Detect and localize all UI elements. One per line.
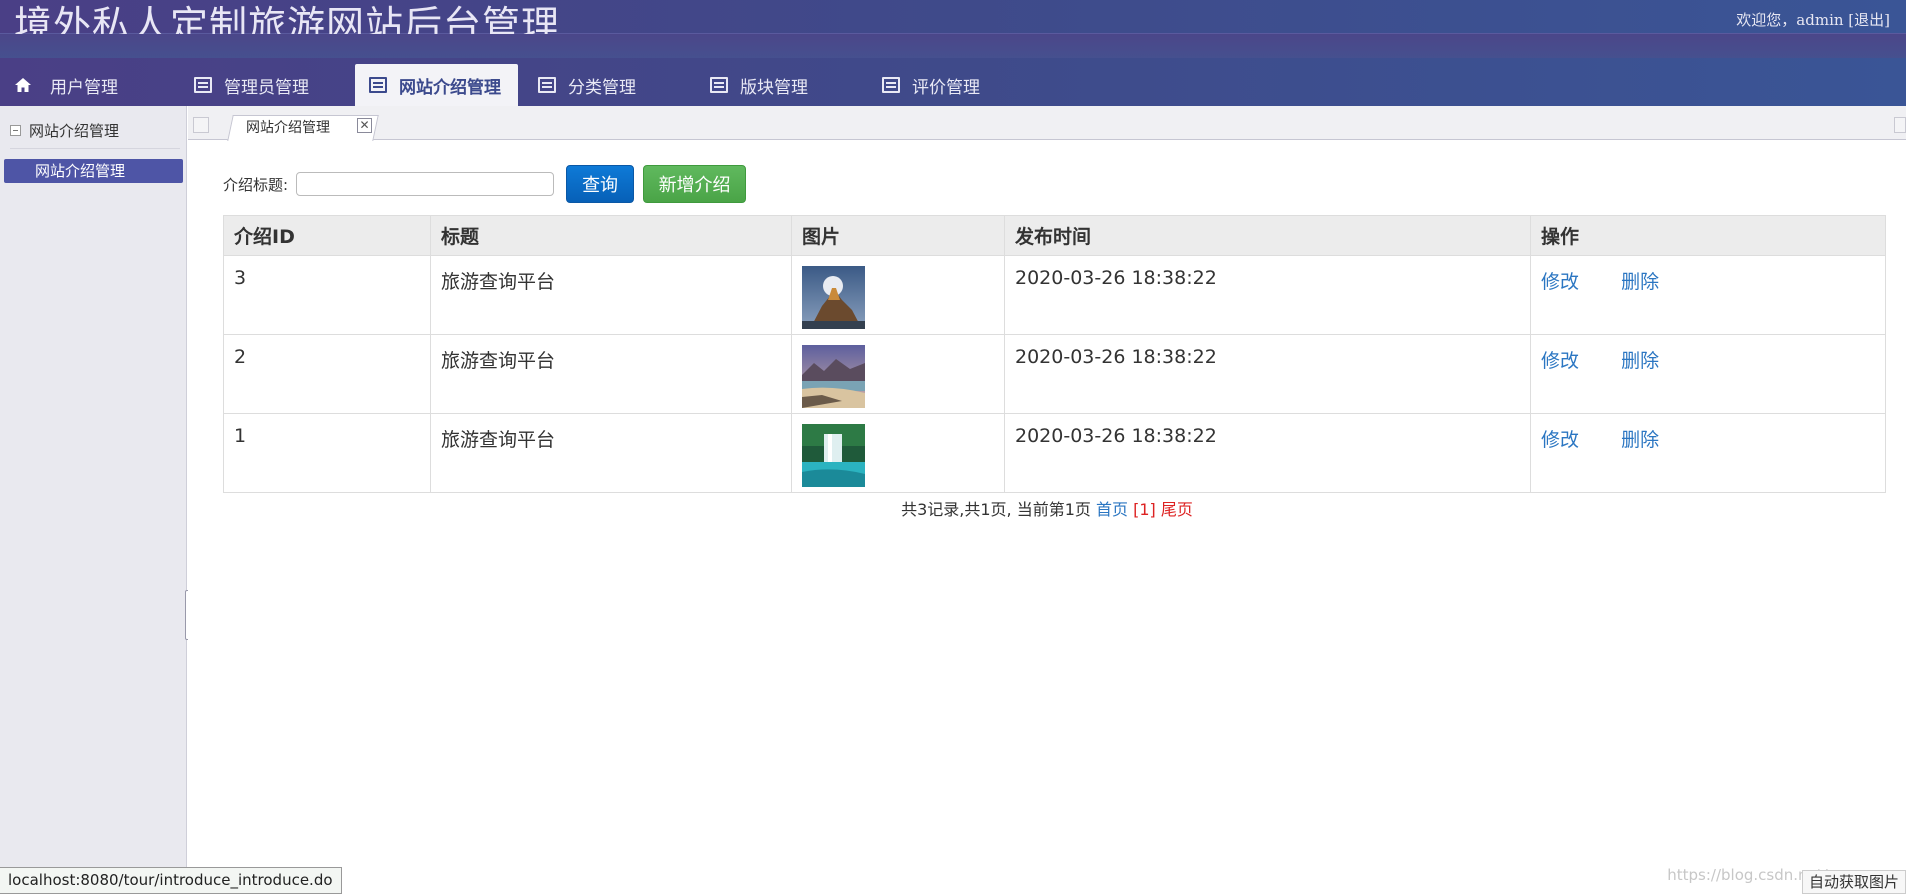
title-search-input[interactable] (296, 172, 555, 196)
sidebar-group-header[interactable]: 网站介绍管理 (10, 120, 119, 141)
home-icon (14, 76, 32, 94)
cell-actions: 修改 删除 (1530, 413, 1886, 493)
mountain-castle-image (802, 266, 865, 329)
delete-link[interactable]: 删除 (1621, 429, 1659, 451)
list-icon (710, 77, 728, 93)
column-header-image: 图片 (791, 215, 1005, 256)
list-icon (369, 77, 387, 93)
cell-title: 旅游查询平台 (430, 413, 792, 493)
waterfall-image (802, 424, 865, 487)
column-header-title: 标题 (430, 215, 792, 256)
cell-actions: 修改 删除 (1530, 334, 1886, 414)
cell-title: 旅游查询平台 (430, 255, 792, 335)
main-nav: 用户管理 管理员管理 网站介绍管理 分类管理 版块管理 评价管理 (0, 64, 1906, 106)
nav-item-user-management[interactable]: 用户管理 (0, 64, 170, 106)
pager-first-link[interactable]: 首页 (1096, 500, 1128, 519)
add-intro-button[interactable]: 新增介绍 (643, 165, 747, 203)
column-header-actions: 操作 (1530, 215, 1886, 256)
delete-link[interactable]: 删除 (1621, 271, 1659, 293)
tab-scroll-left-button[interactable] (193, 117, 209, 133)
tab-label: 网站介绍管理 (246, 120, 330, 136)
nav-item-admin-management[interactable]: 管理员管理 (180, 64, 340, 106)
edit-link[interactable]: 修改 (1541, 429, 1579, 451)
cell-publish-time: 2020-03-26 18:38:22 (1004, 413, 1531, 493)
cell-image (791, 413, 1005, 493)
nav-item-label: 管理员管理 (224, 77, 309, 98)
sidebar-group-title: 网站介绍管理 (29, 122, 120, 140)
sidebar: 网站介绍管理 网站介绍管理 (0, 106, 187, 894)
query-button[interactable]: 查询 (566, 165, 635, 203)
cell-publish-time: 2020-03-26 18:38:22 (1004, 334, 1531, 414)
column-header-id: 介绍ID (223, 215, 431, 256)
table-header-row: 介绍ID 标题 图片 发布时间 操作 (223, 215, 1886, 256)
tab-close-icon[interactable]: ✕ (357, 118, 372, 133)
delete-link[interactable]: 删除 (1621, 350, 1659, 372)
main-content: 介绍标题: 查询 新增介绍 介绍ID 标题 图片 发布时间 操作 3 旅游查询平… (188, 141, 1906, 894)
table-row: 3 旅游查询平台 2020-03-26 18:38:22 修改 删除 (223, 255, 1886, 335)
nav-item-site-intro-management[interactable]: 网站介绍管理 (355, 64, 518, 106)
cell-title: 旅游查询平台 (430, 334, 792, 414)
pager-summary: 共3记录,共1页, 当前第1页 (901, 500, 1091, 519)
cell-actions: 修改 删除 (1530, 255, 1886, 335)
column-header-time: 发布时间 (1004, 215, 1531, 256)
search-row: 介绍标题: 查询 新增介绍 (223, 165, 747, 203)
auto-fetch-image-button[interactable]: 自动获取图片 (1801, 870, 1906, 894)
cell-publish-time: 2020-03-26 18:38:22 (1004, 255, 1531, 335)
cell-id: 1 (223, 413, 431, 493)
edit-link[interactable]: 修改 (1541, 350, 1579, 372)
title-bar: 境外私人定制旅游网站后台管理 欢迎您，admin [退出] (0, 0, 1906, 47)
cell-image (791, 334, 1005, 414)
nav-item-review-management[interactable]: 评价管理 (868, 64, 1028, 106)
table-row: 1 旅游查询平台 2020-03-26 18:38:22 修改 删除 (223, 413, 1886, 493)
list-icon (194, 77, 212, 93)
pagination: 共3记录,共1页, 当前第1页 首页 [1] 尾页 (188, 496, 1906, 520)
sidebar-divider (10, 148, 180, 149)
pager-last-link[interactable]: 尾页 (1161, 500, 1193, 519)
cell-image (791, 255, 1005, 335)
beach-image (802, 345, 865, 408)
nav-item-label: 评价管理 (912, 77, 980, 98)
list-icon (882, 77, 900, 93)
intro-table: 介绍ID 标题 图片 发布时间 操作 3 旅游查询平台 2020-03-26 1… (223, 215, 1886, 493)
sidebar-item-site-intro[interactable]: 网站介绍管理 (4, 159, 183, 183)
nav-item-section-management[interactable]: 版块管理 (696, 64, 856, 106)
list-icon (538, 77, 556, 93)
collapse-minus-icon[interactable] (10, 125, 21, 136)
cell-id: 3 (223, 255, 431, 335)
nav-item-label: 版块管理 (740, 77, 808, 98)
tab-scroll-right-button[interactable] (1894, 117, 1906, 133)
edit-link[interactable]: 修改 (1541, 271, 1579, 293)
nav-item-category-management[interactable]: 分类管理 (524, 64, 684, 106)
cell-id: 2 (223, 334, 431, 414)
header-sub-bar (0, 34, 1906, 58)
nav-item-label: 分类管理 (568, 77, 636, 98)
app-header: 境外私人定制旅游网站后台管理 欢迎您，admin [退出] 用户管理 管理员管理… (0, 0, 1906, 106)
search-label: 介绍标题: (223, 175, 289, 194)
nav-item-label: 用户管理 (50, 77, 118, 98)
welcome-logout-link[interactable]: 欢迎您，admin [退出] (1736, 9, 1890, 30)
pager-current-page[interactable]: [1] (1133, 500, 1156, 519)
tab-strip: 网站介绍管理 (188, 106, 1906, 141)
browser-status-bar: localhost:8080/tour/introduce_introduce.… (0, 867, 342, 894)
nav-item-label: 网站介绍管理 (399, 77, 501, 98)
table-row: 2 旅游查询平台 2020-03-26 18:38:22 修改 删除 (223, 334, 1886, 414)
